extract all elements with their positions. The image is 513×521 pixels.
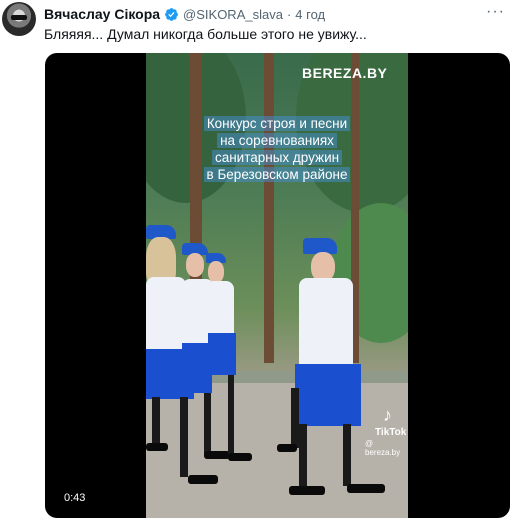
video-player[interactable]: BEREZA.BY Конкурс строя и песни на сорев… [45, 53, 510, 518]
separator-dot: · [286, 6, 292, 22]
caption-line: в Березовском районе [203, 167, 351, 182]
timestamp[interactable]: 4 год [295, 7, 325, 22]
caption-line: Конкурс строя и песни [203, 116, 351, 131]
tree-trunk [264, 53, 274, 363]
verified-badge-icon [165, 7, 178, 21]
author-handle[interactable]: @SIKORA_slava [183, 7, 283, 22]
tweet-header: Вячаслау Сікора @SIKORA_slava · 4 год [44, 5, 325, 23]
video-caption: Конкурс строя и песни на соревнованиях с… [191, 115, 363, 183]
tiktok-logo-icon: ♪ [383, 405, 392, 425]
tiktok-handle: @ bereza.by [365, 439, 401, 457]
tiktok-label: TikTok [375, 427, 407, 438]
avatar-sunglasses [11, 15, 27, 20]
tweet: Вячаслау Сікора @SIKORA_slava · 4 год ··… [0, 0, 513, 521]
video-duration: 0:43 [60, 491, 90, 505]
caption-line: санитарных дружин [211, 150, 343, 165]
video-frame[interactable]: BEREZA.BY Конкурс строя и песни на сорев… [146, 53, 408, 518]
avatar[interactable] [2, 2, 36, 36]
caption-line: на соревнованиях [217, 133, 337, 148]
more-icon[interactable]: ··· [486, 3, 505, 21]
tweet-text: Бляяяя... Думал никогда больше этого не … [44, 26, 367, 42]
author-name[interactable]: Вячаслау Сікора [44, 6, 160, 22]
bereza-watermark: BEREZA.BY [302, 65, 388, 81]
